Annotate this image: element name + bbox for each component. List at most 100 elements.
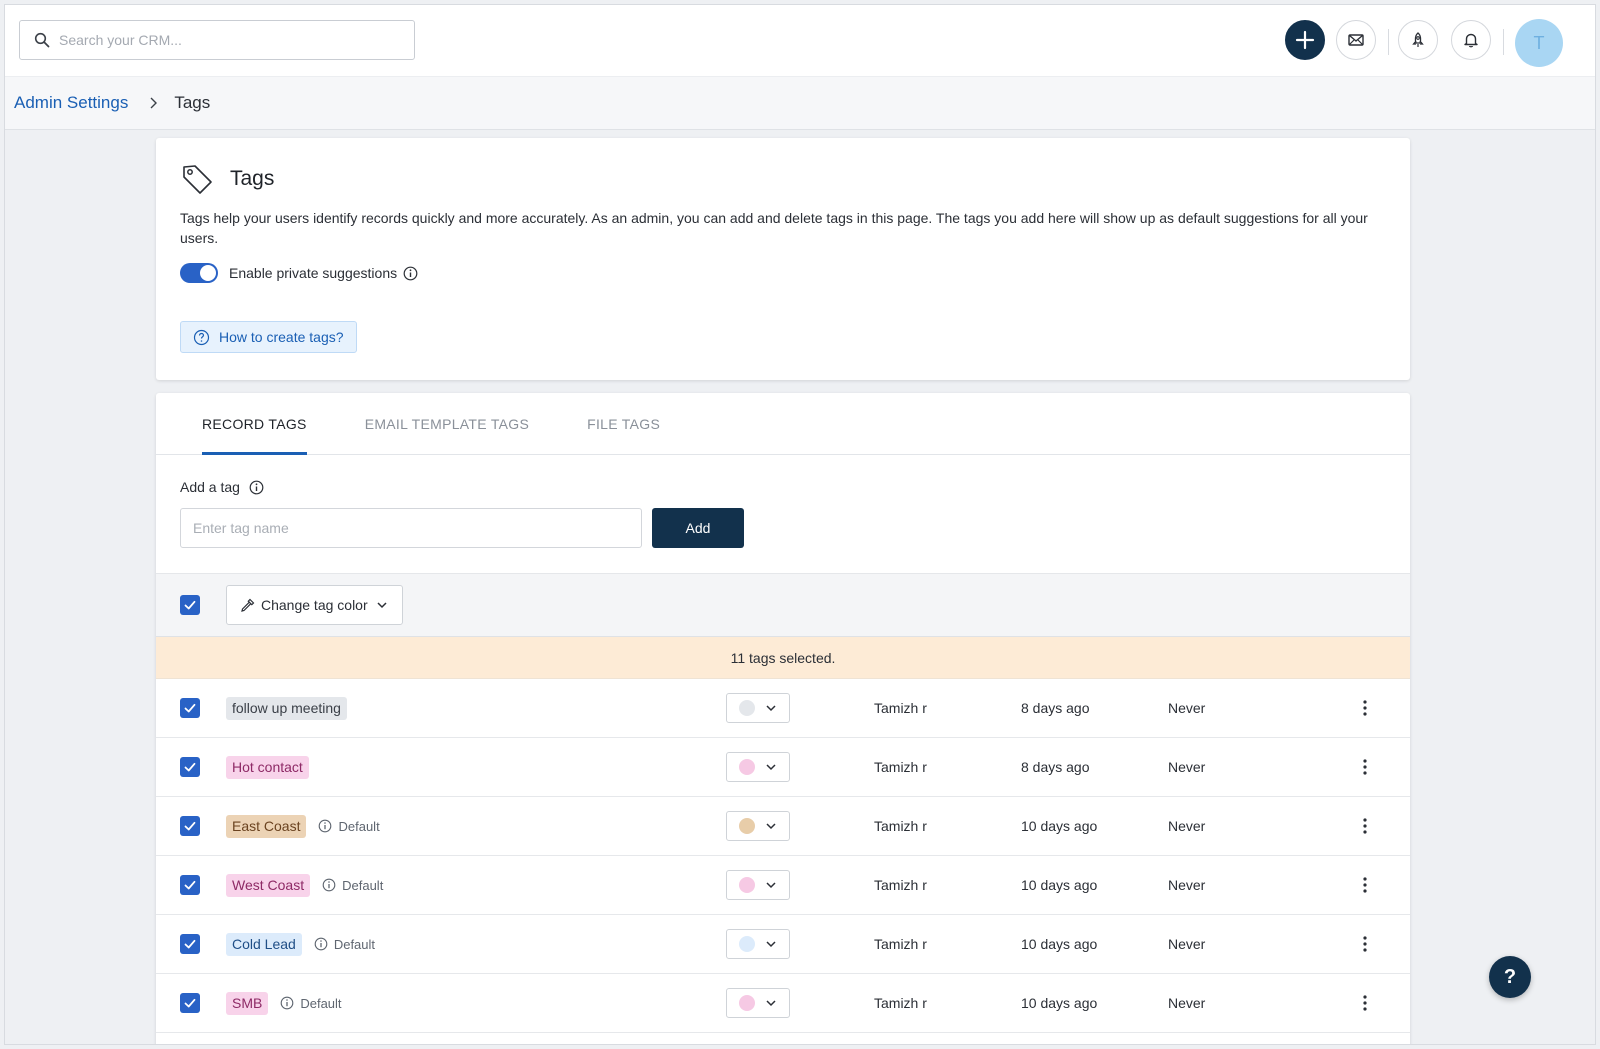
more-options-button[interactable] [1355, 934, 1375, 954]
search-icon [34, 32, 50, 48]
table-row: SMB Default Tamizh r 10 days ago Never [156, 974, 1410, 1033]
bulk-toolbar: Change tag color [156, 573, 1410, 637]
row-checkbox[interactable] [180, 698, 200, 718]
tab-record-tags[interactable]: RECORD TAGS [202, 393, 307, 455]
kebab-menu-icon [1363, 700, 1367, 716]
default-note: Default [280, 996, 342, 1011]
getting-started-button[interactable] [1398, 20, 1438, 60]
select-all-checkbox[interactable] [180, 595, 200, 615]
checkmark-icon [184, 703, 196, 713]
email-button[interactable] [1336, 20, 1376, 60]
tag-owner: Tamizh r [874, 936, 927, 952]
private-suggestions-label: Enable private suggestions [229, 265, 398, 281]
default-label: Default [338, 818, 380, 834]
default-note: Default [314, 937, 375, 952]
checkmark-icon [184, 998, 196, 1008]
tag-created: 8 days ago [1021, 700, 1090, 716]
table-row: East Coast Default Tamizh r 10 days ago … [156, 797, 1410, 856]
info-icon [319, 819, 332, 833]
tag-list: follow up meeting Tamizh r 8 days ago Ne… [156, 679, 1410, 1033]
color-swatch [739, 877, 755, 893]
row-checkbox[interactable] [180, 934, 200, 954]
tag-pill[interactable]: Hot contact [226, 755, 309, 779]
tag-last-used: Never [1168, 995, 1206, 1011]
add-tag-label-row: Add a tag [180, 479, 1410, 495]
breadcrumb-current: Tags [174, 93, 211, 112]
tag-color-dropdown[interactable] [726, 752, 790, 782]
top-bar: T [5, 5, 1595, 76]
table-row: West Coast Default Tamizh r 10 days ago … [156, 856, 1410, 915]
notifications-button[interactable] [1451, 20, 1491, 60]
tag-owner: Tamizh r [874, 818, 927, 834]
envelope-icon [1348, 34, 1364, 46]
table-row: Cold Lead Default Tamizh r 10 days ago N… [156, 915, 1410, 974]
row-checkbox[interactable] [180, 757, 200, 777]
tag-last-used: Never [1168, 877, 1206, 893]
plus-icon [1295, 30, 1315, 50]
page-title: Tags [230, 167, 275, 190]
change-tag-color-label: Change tag color [261, 597, 368, 613]
info-icon[interactable] [403, 266, 418, 281]
tag-pill[interactable]: SMB [226, 991, 269, 1015]
more-options-button[interactable] [1355, 816, 1375, 836]
tag-last-used: Never [1168, 700, 1206, 716]
more-options-button[interactable] [1355, 993, 1375, 1013]
default-label: Default [333, 936, 376, 952]
kebab-menu-icon [1363, 877, 1367, 893]
tag-pill[interactable]: East Coast [226, 814, 307, 838]
breadcrumb: Admin Settings Tags [5, 76, 1595, 130]
add-tag-section: Add a tag Add [156, 455, 1410, 573]
tag-color-dropdown[interactable] [726, 988, 790, 1018]
avatar[interactable]: T [1515, 19, 1563, 67]
tags-list-card: RECORD TAGS EMAIL TEMPLATE TAGS FILE TAG… [156, 393, 1410, 1044]
tag-cell: follow up meeting [226, 696, 347, 720]
tag-color-dropdown[interactable] [726, 693, 790, 723]
page-header: Tags [180, 162, 1386, 196]
row-checkbox[interactable] [180, 816, 200, 836]
add-tag-button[interactable]: Add [652, 508, 744, 548]
bell-icon [1464, 33, 1478, 48]
tag-color-dropdown[interactable] [726, 870, 790, 900]
tab-email-template-tags[interactable]: EMAIL TEMPLATE TAGS [365, 393, 529, 454]
change-tag-color-dropdown[interactable]: Change tag color [226, 585, 403, 625]
tag-pill[interactable]: West Coast [226, 873, 311, 897]
chevron-down-icon [766, 823, 776, 830]
tag-created: 8 days ago [1021, 759, 1090, 775]
tag-owner: Tamizh r [874, 995, 927, 1011]
tag-pill[interactable]: follow up meeting [226, 696, 347, 720]
more-options-button[interactable] [1355, 698, 1375, 718]
more-options-button[interactable] [1355, 875, 1375, 895]
checkmark-icon [184, 880, 196, 890]
help-button[interactable]: ? [1489, 956, 1531, 998]
how-to-create-tags-link[interactable]: How to create tags? [180, 321, 357, 353]
breadcrumb-admin-settings[interactable]: Admin Settings [14, 93, 128, 113]
tab-file-tags[interactable]: FILE TAGS [587, 393, 660, 454]
tag-pill[interactable]: Cold Lead [226, 932, 302, 956]
color-swatch [739, 700, 755, 716]
tag-cell: East Coast Default [226, 814, 380, 838]
info-icon [314, 937, 328, 951]
search-box[interactable] [19, 20, 415, 60]
chevron-down-icon [766, 1000, 776, 1007]
tag-last-used: Never [1168, 818, 1206, 834]
tag-owner: Tamizh r [874, 700, 927, 716]
search-input[interactable] [59, 32, 399, 48]
info-icon[interactable] [249, 480, 264, 495]
tag-name-input[interactable] [180, 508, 642, 548]
row-checkbox[interactable] [180, 993, 200, 1013]
private-suggestions-toggle[interactable] [180, 263, 218, 283]
info-icon [322, 878, 336, 892]
add-tag-label: Add a tag [180, 479, 240, 495]
color-swatch [739, 936, 755, 952]
create-button[interactable] [1285, 20, 1325, 60]
tag-color-dropdown[interactable] [726, 811, 790, 841]
avatar-initial: T [1533, 32, 1545, 53]
kebab-menu-icon [1363, 818, 1367, 834]
row-checkbox[interactable] [180, 875, 200, 895]
tag-cell: SMB Default [226, 991, 342, 1015]
default-note: Default [322, 878, 383, 893]
more-options-button[interactable] [1355, 757, 1375, 777]
tag-color-dropdown[interactable] [726, 929, 790, 959]
kebab-menu-icon [1363, 995, 1367, 1011]
tag-tabs: RECORD TAGS EMAIL TEMPLATE TAGS FILE TAG… [156, 393, 1410, 455]
